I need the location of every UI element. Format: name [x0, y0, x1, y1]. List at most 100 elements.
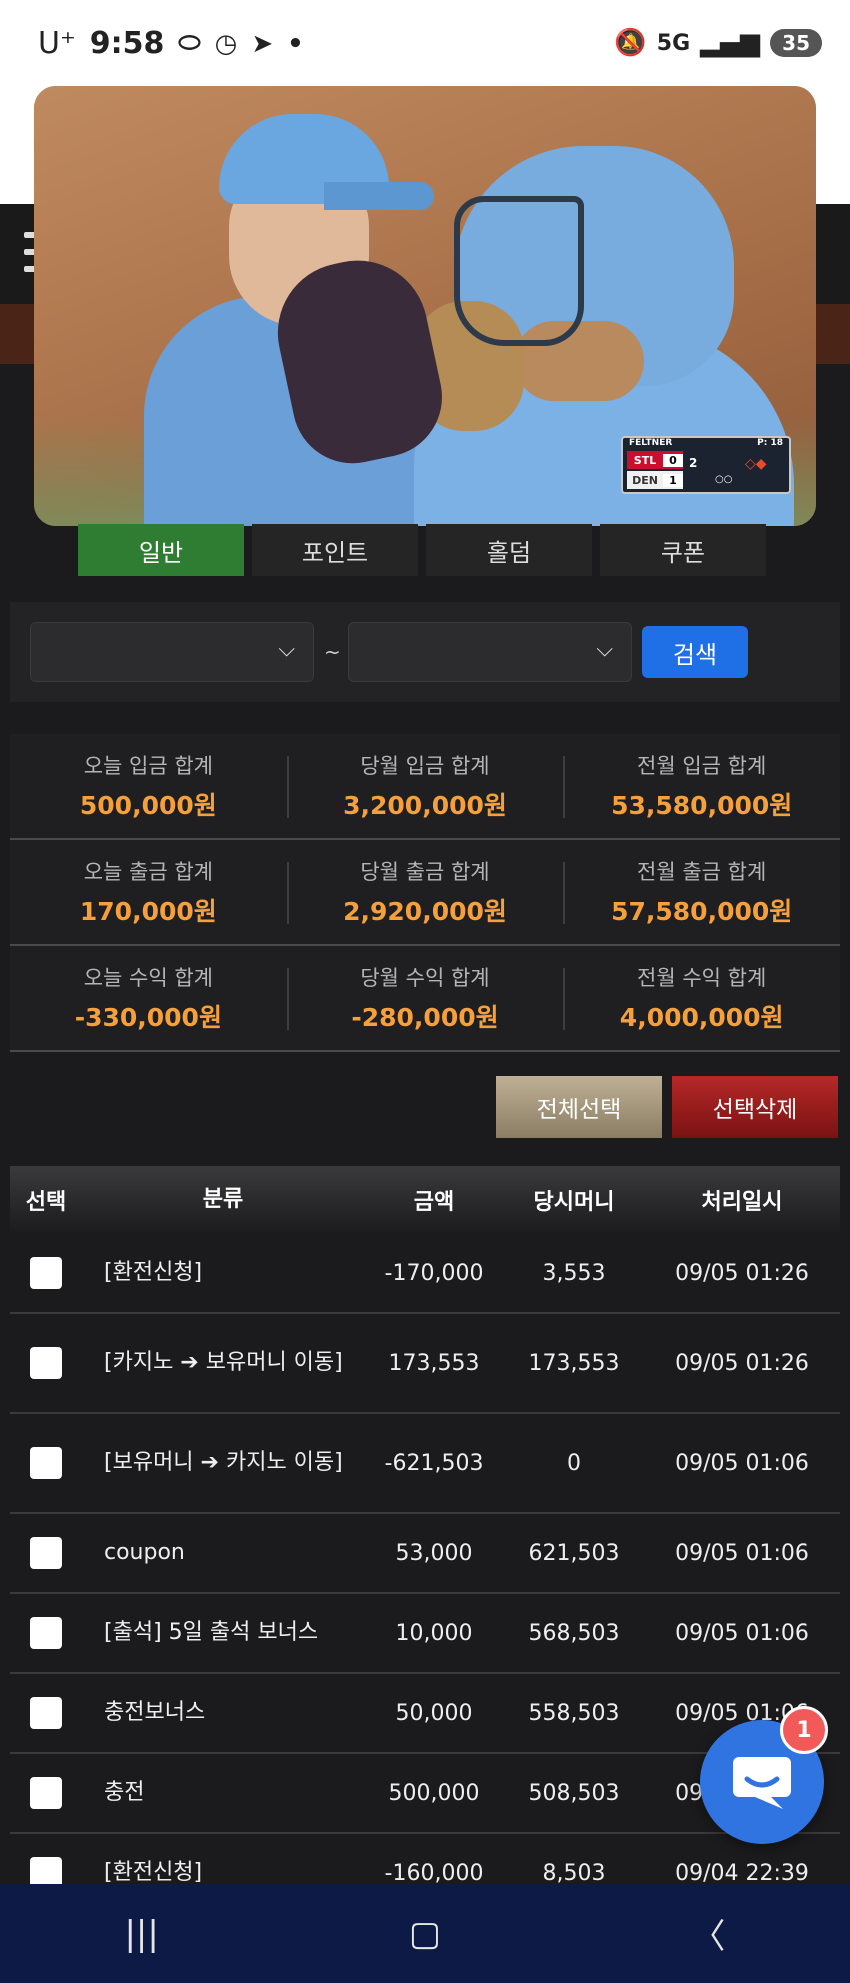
- summary-panel: 오늘 입금 합계 500,000원 당월 입금 합계 3,200,000원 전월…: [10, 734, 840, 1052]
- summary-value: 53,580,000원: [611, 791, 793, 820]
- select-all-button[interactable]: 전체선택: [496, 1076, 662, 1138]
- row-balance: 3,553: [542, 1260, 606, 1286]
- row-checkbox[interactable]: [30, 1447, 62, 1479]
- date-filter: ⌵ ~ ⌵ 검색: [10, 602, 840, 702]
- recent-apps-icon[interactable]: |||: [102, 1904, 182, 1964]
- scorebug: FELTNER P: 18 STL 0 DEN 1 2 ○○ ◇◆: [621, 436, 791, 494]
- start-date-select[interactable]: ⌵: [30, 622, 314, 682]
- row-time: 09/05 01:26: [675, 1260, 809, 1286]
- summary-label: 오늘 수익 합계: [83, 966, 213, 990]
- battery-indicator: 35: [770, 29, 822, 57]
- range-separator: ~: [324, 640, 341, 664]
- summary-label: 당월 수익 합계: [360, 966, 490, 990]
- summary-cell: 전월 수익 합계 4,000,000원: [563, 946, 840, 1050]
- summary-label: 전월 입금 합계: [637, 754, 767, 778]
- scorebug-away-team: STL: [633, 453, 657, 467]
- delete-selected-button[interactable]: 선택삭제: [672, 1076, 838, 1138]
- link-icon: ⬭: [178, 28, 201, 58]
- row-balance: 0: [567, 1450, 581, 1476]
- row-checkbox[interactable]: [30, 1257, 62, 1289]
- summary-value: 170,000원: [79, 897, 217, 926]
- row-category: [환전신청]: [104, 1259, 203, 1285]
- summary-cell: 당월 수익 합계 -280,000원: [286, 946, 564, 1050]
- summary-label: 전월 출금 합계: [637, 860, 767, 884]
- row-amount: 10,000: [395, 1620, 473, 1646]
- summary-value: 500,000원: [79, 791, 217, 820]
- row-checkbox[interactable]: [30, 1777, 62, 1809]
- status-bar: U⁺ 9:58 ⬭ ◷ ➤ • 🔕 5G ▂▄▆ 35: [0, 0, 850, 92]
- row-category: coupon: [104, 1539, 185, 1565]
- row-checkbox[interactable]: [30, 1347, 62, 1379]
- header-balance: 당시머니: [533, 1190, 615, 1215]
- summary-value: 4,000,000원: [619, 1003, 784, 1032]
- search-button[interactable]: 검색: [642, 626, 748, 678]
- header-category: 분류: [202, 1186, 244, 1212]
- signal-icon: ▂▄▆: [700, 28, 761, 58]
- deposit-summary-row: 오늘 입금 합계 500,000원 당월 입금 합계 3,200,000원 전월…: [10, 734, 840, 840]
- tab-points[interactable]: 포인트: [252, 524, 418, 576]
- row-checkbox[interactable]: [30, 1537, 62, 1569]
- telegram-icon: ➤: [251, 28, 274, 59]
- row-amount: -621,503: [384, 1450, 484, 1476]
- row-amount: 173,553: [388, 1350, 480, 1376]
- row-time: 09/05 01:06: [675, 1450, 809, 1476]
- tab-general[interactable]: 일반: [78, 524, 244, 576]
- row-time: 09/05 01:06: [675, 1620, 809, 1646]
- back-icon[interactable]: 〈: [668, 1904, 748, 1964]
- pitcher-cap-brim: [324, 182, 434, 210]
- summary-label: 당월 입금 합계: [360, 754, 490, 778]
- scorebug-home-row: DEN 1: [627, 471, 683, 489]
- scorebug-home-team: DEN: [632, 473, 658, 487]
- tab-coupon[interactable]: 쿠폰: [600, 524, 766, 576]
- table-row: [출석] 5일 출석 보너스 10,000 568,503 09/05 01:0…: [10, 1594, 840, 1674]
- row-checkbox[interactable]: [30, 1697, 62, 1729]
- home-icon[interactable]: ▢: [385, 1904, 465, 1964]
- more-notifications-icon: •: [287, 28, 304, 59]
- alarm-icon: ◷: [214, 28, 238, 59]
- row-checkbox[interactable]: [30, 1617, 62, 1649]
- bases-diamond-icon: ◇◆: [745, 456, 767, 472]
- row-balance: 173,553: [528, 1350, 620, 1376]
- chevron-down-icon: ⌵: [596, 637, 613, 662]
- row-time: 09/05 01:06: [675, 1540, 809, 1566]
- scorebug-away-row: STL 0: [627, 451, 683, 469]
- tab-holdem[interactable]: 홀덤: [426, 524, 592, 576]
- row-amount: 50,000: [395, 1700, 473, 1726]
- row-category: [보유머니 ➔ 카지노 이동]: [104, 1449, 343, 1475]
- summary-value: -330,000원: [74, 1003, 222, 1032]
- summary-value: 2,920,000원: [343, 897, 507, 926]
- profit-summary-row: 오늘 수익 합계 -330,000원 당월 수익 합계 -280,000원 전월…: [10, 946, 840, 1052]
- end-date-select[interactable]: ⌵: [348, 622, 632, 682]
- network-label: 5G: [656, 30, 691, 56]
- summary-cell: 오늘 입금 합계 500,000원: [10, 734, 287, 838]
- row-category: 충전: [104, 1779, 145, 1805]
- chevron-down-icon: ⌵: [278, 637, 295, 662]
- header-time: 처리일시: [701, 1190, 783, 1215]
- summary-cell: 당월 입금 합계 3,200,000원: [286, 734, 564, 838]
- row-amount: -160,000: [384, 1860, 484, 1886]
- row-amount: -170,000: [384, 1260, 484, 1286]
- row-time: 09/05 01:26: [675, 1350, 809, 1376]
- row-balance: 568,503: [528, 1620, 620, 1646]
- chat-bubble-icon: [733, 1757, 791, 1809]
- summary-label: 오늘 입금 합계: [83, 754, 213, 778]
- summary-cell: 전월 입금 합계 53,580,000원: [563, 734, 840, 838]
- summary-label: 당월 출금 합계: [360, 860, 490, 884]
- row-balance: 558,503: [528, 1700, 620, 1726]
- pip-video-player[interactable]: FELTNER P: 18 STL 0 DEN 1 2 ○○ ◇◆: [34, 86, 816, 526]
- scorebug-pitch-count: P: 18: [757, 438, 783, 448]
- scorebug-outs: ○○: [715, 474, 733, 485]
- summary-cell: 당월 출금 합계 2,920,000원: [286, 840, 564, 944]
- chat-unread-badge: 1: [780, 1706, 828, 1754]
- row-category: [환전신청]: [104, 1859, 203, 1885]
- row-category: [카지노 ➔ 보유머니 이동]: [104, 1349, 343, 1375]
- row-balance: 621,503: [528, 1540, 620, 1566]
- mute-icon: 🔕: [614, 28, 647, 58]
- carrier-label: U⁺: [38, 26, 76, 61]
- row-amount: 500,000: [388, 1780, 480, 1806]
- table-row: coupon 53,000 621,503 09/05 01:06: [10, 1514, 840, 1594]
- scorebug-home-score: 1: [663, 473, 683, 487]
- summary-cell: 전월 출금 합계 57,580,000원: [563, 840, 840, 944]
- row-category: 충전보너스: [104, 1699, 206, 1725]
- scorebug-pitcher: FELTNER: [629, 438, 673, 448]
